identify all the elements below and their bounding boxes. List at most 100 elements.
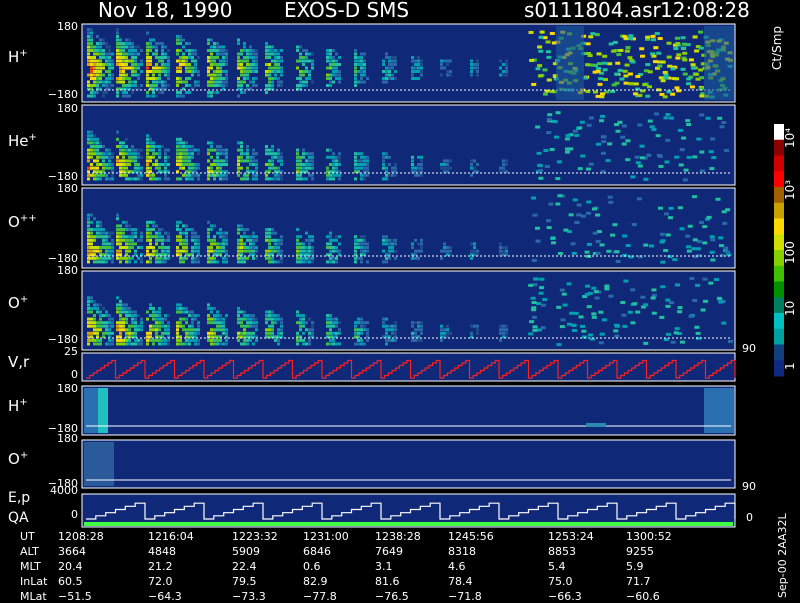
spectrogram-cell [119,166,122,170]
spectrogram-cell [149,314,152,318]
spectrogram-cell [470,159,473,163]
spectrogram-cell [332,249,335,253]
spectrogram-cell [505,324,508,328]
spectrogram-cell [99,224,102,228]
spectrogram-cell [660,60,666,64]
spectrogram-cell [243,159,246,163]
spectrogram-cell [105,148,108,152]
spectrogram-cell [473,242,476,246]
spectrogram-cell [299,45,302,49]
spectrogram-cell [207,306,210,310]
spectrogram-cell [691,66,697,70]
spectrogram-cell [122,73,125,77]
spectrogram-cell [90,84,93,87]
spectrogram-cell [207,235,210,239]
spectrogram-cell [476,324,479,328]
spectrogram-cell [664,212,670,216]
spectrogram-cell [161,242,164,246]
spectrogram-cell [128,224,131,228]
spectrogram-cell [277,52,280,56]
spectrogram-cell [648,244,654,248]
spectrogram-cell [134,310,137,314]
spectrogram-cell [311,324,314,328]
spectrogram-cell [146,317,149,321]
spectrogram-cell [682,72,688,76]
spectrogram-cell [391,59,394,63]
spectrogram-cell [102,228,105,231]
spectrogram-cell [590,32,596,36]
spectrogram-cell [210,338,213,342]
spectrogram-cell [237,52,240,56]
spectrogram-cell [255,328,258,332]
spectrogram-cell [271,260,274,264]
spectrogram-cell [277,152,280,156]
spectrogram-cell [338,70,341,73]
spectrogram-cell [152,249,155,253]
spectrogram-cell [179,94,182,98]
spectrogram-cell [538,168,544,172]
spectrogram-cell [188,155,191,159]
spectrogram-cell [96,155,99,159]
spectrogram-cell [219,342,222,346]
spectrogram-cell [311,155,314,159]
spectrogram-cell [119,52,122,56]
spectrogram-cell [164,249,167,253]
spectrogram-cell [391,331,394,335]
spectrogram-cell [703,299,709,303]
spectrogram-cell [210,94,213,98]
spectrogram-cell [210,321,213,325]
spectrogram-cell [111,331,114,335]
spectrogram-cell [274,177,277,181]
data-block [84,442,114,486]
spectrogram-cell [274,238,277,242]
spectrogram-cell [219,249,222,253]
spectrogram-cell [645,94,651,98]
spectrogram-cell [111,166,114,170]
spectrogram-cell [219,52,222,56]
ephem-cell: 4.6 [448,560,466,573]
spectrogram-cell [470,256,473,260]
spectrogram-cell [308,73,311,77]
spectrogram-cell [146,56,149,59]
spectrogram-cell [131,231,134,235]
spectrogram-cell [128,246,131,249]
spectrogram-cell [179,324,182,328]
spectrogram-cell [87,228,90,231]
spectrogram-cell [654,32,660,36]
spectrogram-cell [360,163,363,166]
spectrogram-cell [179,321,182,325]
spectrogram-cell [105,166,108,170]
spectrogram-cell [305,231,308,235]
ephem-cell: 1253:24 [548,530,594,543]
spectrogram-cell [108,73,111,77]
spectrogram-cell [161,70,164,73]
spectrogram-cell [545,50,551,54]
spectrogram-cell [414,328,417,332]
spectrogram-cell [225,63,228,66]
spectrogram-cell [308,328,311,332]
spectrogram-cell [188,324,191,328]
spectrogram-cell [255,166,258,170]
spectrogram-cell [122,228,125,231]
spectrogram-cell [188,228,191,231]
spectrogram-cell [311,66,314,70]
spectrogram-cell [645,63,651,67]
spectrogram-cell [543,149,549,153]
spectrogram-cell [277,260,280,264]
spectrogram-cell [617,68,623,72]
spectrogram-cell [357,331,360,335]
spectrogram-cell [134,84,137,87]
spectrogram-cell [93,246,96,249]
spectrogram-cell [119,331,122,335]
spectrogram-cell [164,163,167,166]
spectrogram-cell [128,260,131,264]
spectrogram-cell [90,42,93,45]
spectrogram-cell [385,260,388,264]
spectrogram-cell [149,77,152,80]
spectrogram-cell [102,80,105,84]
spectrogram-cell [302,260,305,264]
spectrogram-cell [140,166,143,170]
spectrogram-cell [534,226,540,230]
spectrogram-cell [354,324,357,328]
spectrogram-cell [296,321,299,325]
